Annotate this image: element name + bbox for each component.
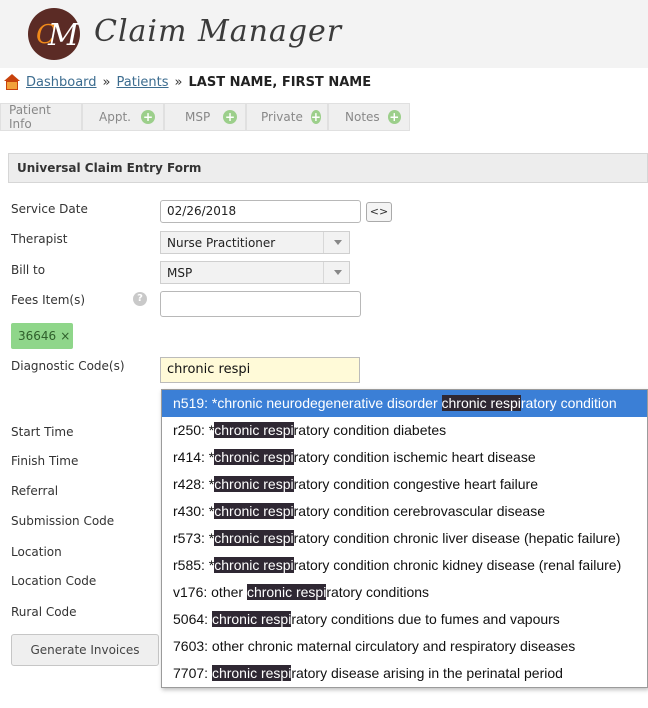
location-label: Location (11, 545, 62, 559)
bill-to-label: Bill to (11, 263, 46, 277)
add-notes-icon[interactable]: + (387, 110, 401, 124)
suggestion-item[interactable]: r585: *chronic respiratory condition chr… (162, 552, 647, 579)
suggestion-item[interactable]: r250: *chronic respiratory condition dia… (162, 417, 647, 444)
therapist-select[interactable]: Nurse Practitioner (160, 231, 350, 254)
location-code-label: Location Code (11, 574, 97, 588)
form-title: Universal Claim Entry Form (8, 153, 648, 183)
start-time-label: Start Time (11, 425, 74, 439)
breadcrumb-patients-link[interactable]: Patients (117, 75, 169, 90)
service-date-label: Service Date (11, 202, 88, 216)
diagnostic-label: Diagnostic Code(s) (11, 359, 125, 373)
breadcrumb-current: LAST NAME, FIRST NAME (188, 74, 372, 90)
breadcrumb-separator: » (174, 74, 183, 90)
logo-initial-m: M (48, 18, 79, 53)
help-icon[interactable]: ? (133, 292, 147, 306)
app-logo-text: Claim Manager (94, 14, 343, 49)
therapist-label: Therapist (11, 232, 68, 246)
generate-invoices-button[interactable]: Generate Invoices (11, 634, 159, 666)
tab-patient-info[interactable]: Patient Info (0, 103, 82, 131)
fee-tag: 36646 × (11, 323, 73, 349)
tab-notes[interactable]: Notes + (328, 103, 410, 131)
suggestion-item[interactable]: 5064: chronic respiratory conditions due… (162, 606, 647, 633)
tab-private[interactable]: Private + (246, 103, 328, 131)
tab-label: Private (261, 110, 303, 124)
tab-label: MSP (185, 110, 211, 124)
tab-msp[interactable]: MSP + (164, 103, 246, 131)
add-appt-icon[interactable]: + (141, 110, 155, 124)
finish-time-label: Finish Time (11, 454, 79, 468)
breadcrumb-separator: » (102, 74, 111, 90)
chevron-down-icon[interactable] (323, 262, 349, 283)
add-msp-icon[interactable]: + (223, 110, 237, 124)
chevron-down-icon[interactable] (323, 232, 349, 253)
therapist-value: Nurse Practitioner (167, 236, 276, 250)
service-date-input[interactable]: 02/26/2018 (160, 200, 361, 223)
rural-code-label: Rural Code (11, 605, 77, 619)
breadcrumb: Dashboard » Patients » LAST NAME, FIRST … (4, 74, 371, 90)
tab-appt[interactable]: Appt. + (82, 103, 164, 131)
suggestion-item[interactable]: v176: other chronic respiratory conditio… (162, 579, 647, 606)
suggestion-item[interactable]: n519: *chronic neurodegenerative disorde… (162, 390, 647, 417)
add-private-icon[interactable]: + (310, 110, 321, 124)
suggestion-item[interactable]: 7603: other chronic maternal circulatory… (162, 633, 647, 660)
suggestion-item[interactable]: r428: *chronic respiratory condition con… (162, 471, 647, 498)
date-swap-button[interactable]: <> (366, 202, 392, 222)
suggestion-item[interactable]: 7707: chronic respiratory disease arisin… (162, 660, 647, 687)
fees-label: Fees Item(s) (11, 293, 86, 307)
app-header: C M Claim Manager (0, 0, 648, 68)
tab-label: Appt. (99, 110, 131, 124)
tab-label: Notes (345, 110, 380, 124)
suggestion-item[interactable]: r573: *chronic respiratory condition chr… (162, 525, 647, 552)
diagnostic-input[interactable]: chronic respi (160, 357, 360, 383)
suggestion-item[interactable]: r414: *chronic respiratory condition isc… (162, 444, 647, 471)
tab-label: Patient Info (9, 103, 51, 131)
fees-input[interactable] (160, 291, 361, 317)
home-icon[interactable] (4, 74, 20, 90)
suggestion-item[interactable]: r430: *chronic respiratory condition cer… (162, 498, 647, 525)
close-icon[interactable]: × (60, 329, 70, 343)
breadcrumb-dashboard-link[interactable]: Dashboard (26, 75, 97, 90)
patient-tabs: Patient Info Appt. + MSP + Private + Not… (0, 103, 410, 131)
fee-tag-label: 36646 (18, 329, 57, 343)
bill-to-value: MSP (167, 266, 193, 280)
referral-label: Referral (11, 484, 59, 498)
submission-code-label: Submission Code (11, 514, 115, 528)
autocomplete-dropdown: n519: *chronic neurodegenerative disorde… (161, 389, 648, 688)
logo-icon: C M (28, 8, 80, 60)
bill-to-select[interactable]: MSP (160, 261, 350, 284)
